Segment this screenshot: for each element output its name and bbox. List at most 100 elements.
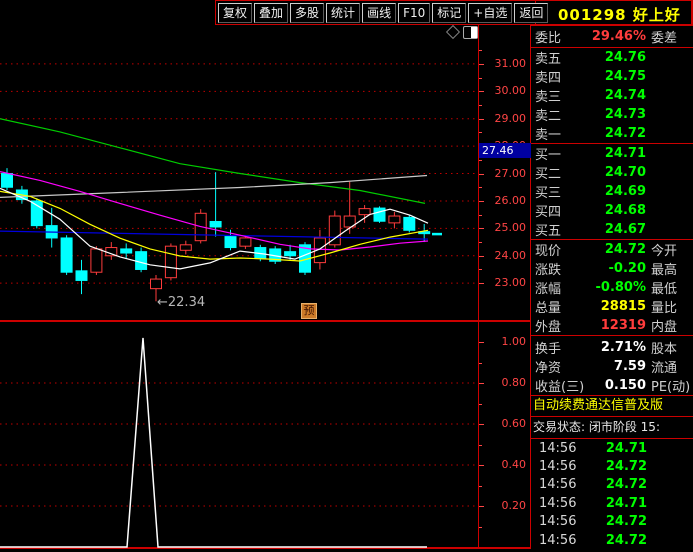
stat-row-value: 0.150 (604, 378, 646, 393)
ask-row[interactable]: 卖三 24.74 (531, 86, 693, 105)
trading-status: 交易状态: 闭市阶段 15: (533, 420, 660, 434)
tick-row: 14:56 24.71 (531, 439, 693, 457)
stat-row: 总量 28815 量比 (531, 297, 693, 316)
bid-row[interactable]: 买四 24.68 (531, 201, 693, 220)
ask-row[interactable]: 卖四 24.75 (531, 67, 693, 86)
toolbar: 复权 叠加 多股 统计 画线 F10 标记 +自选 返回 (215, 0, 549, 25)
stat-row-value: 7.59 (613, 359, 646, 374)
price-axis-marker: 27.46 (479, 143, 531, 158)
bid-row-label: 买二 (535, 167, 562, 182)
main-stats: 现价 24.72 今开 涨跌 -0.20 最高 涨幅 -0.80% 最低 总量 28815 量比 外盘 1… (531, 240, 693, 336)
stat-row-value: 28815 (600, 299, 646, 314)
tick-list: 14:56 24.71 14:56 24.72 14:56 24.72 14:56 24.71… (531, 439, 693, 552)
indicator-axis-tick (479, 362, 482, 364)
ask-row-label: 卖二 (535, 109, 562, 124)
price-axis-minor-tick (479, 50, 482, 52)
ask-row[interactable]: 卖一 24.72 (531, 124, 693, 143)
stat-row: 涨跌 -0.20 最高 (531, 259, 693, 278)
stat-row-label: 换手 (535, 342, 562, 357)
bid-row[interactable]: 买一 24.71 (531, 144, 693, 163)
indicator-axis-tick (479, 506, 484, 507)
toolbar-button-画线[interactable]: 画线 (362, 2, 397, 23)
price-axis-label: 27.00 (494, 166, 527, 180)
price-axis: 31.0030.0029.0028.0027.0026.0025.0024.00… (479, 25, 530, 321)
weicha-label: 委差 (651, 31, 678, 46)
tick-time: 14:56 (539, 459, 577, 475)
stock-code: 001298 (558, 6, 627, 24)
ask-levels: 卖五 24.76 卖四 24.75 卖三 24.74 卖二 24.73 卖一 24.72 (531, 48, 693, 144)
stat-row-label: 总量 (535, 301, 562, 316)
indicator-axis: 1.00 0.80 0.60 0.40 0.20 (479, 322, 530, 548)
ask-row-value: 24.76 (604, 50, 646, 65)
price-axis-minor-tick (479, 214, 482, 216)
ask-row[interactable]: 卖二 24.73 (531, 105, 693, 124)
stock-title: 001298 好上好 (558, 4, 681, 25)
toolbar-button-叠加[interactable]: 叠加 (254, 2, 289, 23)
stat-row-rlabel: 最低 (651, 282, 678, 297)
stat-row: 净资 7.59 流通 (531, 357, 693, 376)
tick-price: 24.71 (605, 440, 647, 456)
weibi-row: 委比 29.46% 委差 (531, 26, 693, 47)
indicator-axis-label: 0.80 (501, 376, 527, 389)
stat-row-value: -0.80% (595, 280, 647, 295)
toolbar-button-复权[interactable]: 复权 (218, 2, 253, 23)
bid-row[interactable]: 买五 24.67 (531, 220, 693, 239)
tick-row: 14:56 24.72 (531, 513, 693, 531)
price-axis-label: 24.00 (494, 248, 527, 262)
indicator-chart[interactable] (0, 322, 478, 548)
bid-row-value: 24.68 (604, 203, 646, 218)
price-axis-tick (479, 255, 484, 257)
indicator-axis-tick (479, 526, 482, 528)
bid-row-value: 24.70 (604, 165, 646, 180)
pane-window-icon[interactable] (463, 26, 478, 39)
toolbar-button-标记[interactable]: 标记 (432, 2, 467, 23)
ask-row[interactable]: 卖五 24.76 (531, 48, 693, 67)
toolbar-button-+自选[interactable]: +自选 (468, 2, 513, 23)
stat-row-label: 涨幅 (535, 282, 562, 297)
bid-row-value: 24.69 (604, 184, 646, 199)
toolbar-button-统计[interactable]: 统计 (326, 2, 361, 23)
bid-row-value: 24.67 (604, 222, 646, 237)
ask-row-value: 24.74 (604, 88, 646, 103)
forecast-tag[interactable]: 预 (301, 303, 317, 319)
tick-price: 24.72 (605, 514, 647, 530)
price-axis-label: 29.00 (494, 111, 527, 125)
stat-row: 收益(三) 0.150 PE(动) (531, 376, 693, 395)
price-axis-tick (479, 63, 484, 65)
stat-row: 涨幅 -0.80% 最低 (531, 278, 693, 297)
ask-row-label: 卖三 (535, 90, 562, 105)
stat-row-label: 净资 (535, 361, 562, 376)
stat-row-label: 现价 (535, 244, 562, 259)
tick-row: 14:56 24.72 (531, 531, 693, 549)
stat-row-value: 12319 (600, 318, 646, 333)
indicator-axis-label: 0.60 (501, 417, 527, 430)
toolbar-button-多股[interactable]: 多股 (290, 2, 325, 23)
bid-row-label: 买一 (535, 148, 562, 163)
bid-levels: 买一 24.71 买二 24.70 买三 24.69 买四 24.68 买五 24.67 (531, 144, 693, 240)
indicator-axis-tick (479, 444, 482, 446)
tick-row: 14:56 24.71 (531, 494, 693, 512)
tick-time: 14:56 (539, 440, 577, 456)
tick-price: 24.72 (605, 459, 647, 475)
toolbar-button-F10[interactable]: F10 (398, 2, 431, 23)
indicator-axis-tick (479, 424, 484, 425)
price-axis-tick (479, 173, 484, 175)
indicator-axis-label: 0.40 (501, 458, 527, 471)
price-axis-minor-tick (479, 269, 482, 271)
bid-row[interactable]: 买三 24.69 (531, 182, 693, 201)
price-axis-minor-tick (479, 159, 482, 161)
price-axis-minor-tick (479, 132, 482, 134)
toolbar-button-返回[interactable]: 返回 (514, 2, 549, 23)
indicator-axis-tick (479, 485, 482, 487)
ma-green (0, 118, 426, 204)
candlestick-chart[interactable] (0, 25, 478, 321)
stat-row-label: 涨跌 (535, 263, 562, 278)
bid-row-label: 买三 (535, 186, 562, 201)
stat-row-label: 收益(三) (535, 380, 585, 395)
stat-row-label: 外盘 (535, 320, 562, 335)
bid-row[interactable]: 买二 24.70 (531, 163, 693, 182)
tick-price: 24.72 (605, 532, 647, 548)
ask-row-value: 24.75 (604, 69, 646, 84)
stat-row: 外盘 12319 内盘 (531, 316, 693, 335)
low-price-annotation: ←22.34 (157, 295, 206, 310)
